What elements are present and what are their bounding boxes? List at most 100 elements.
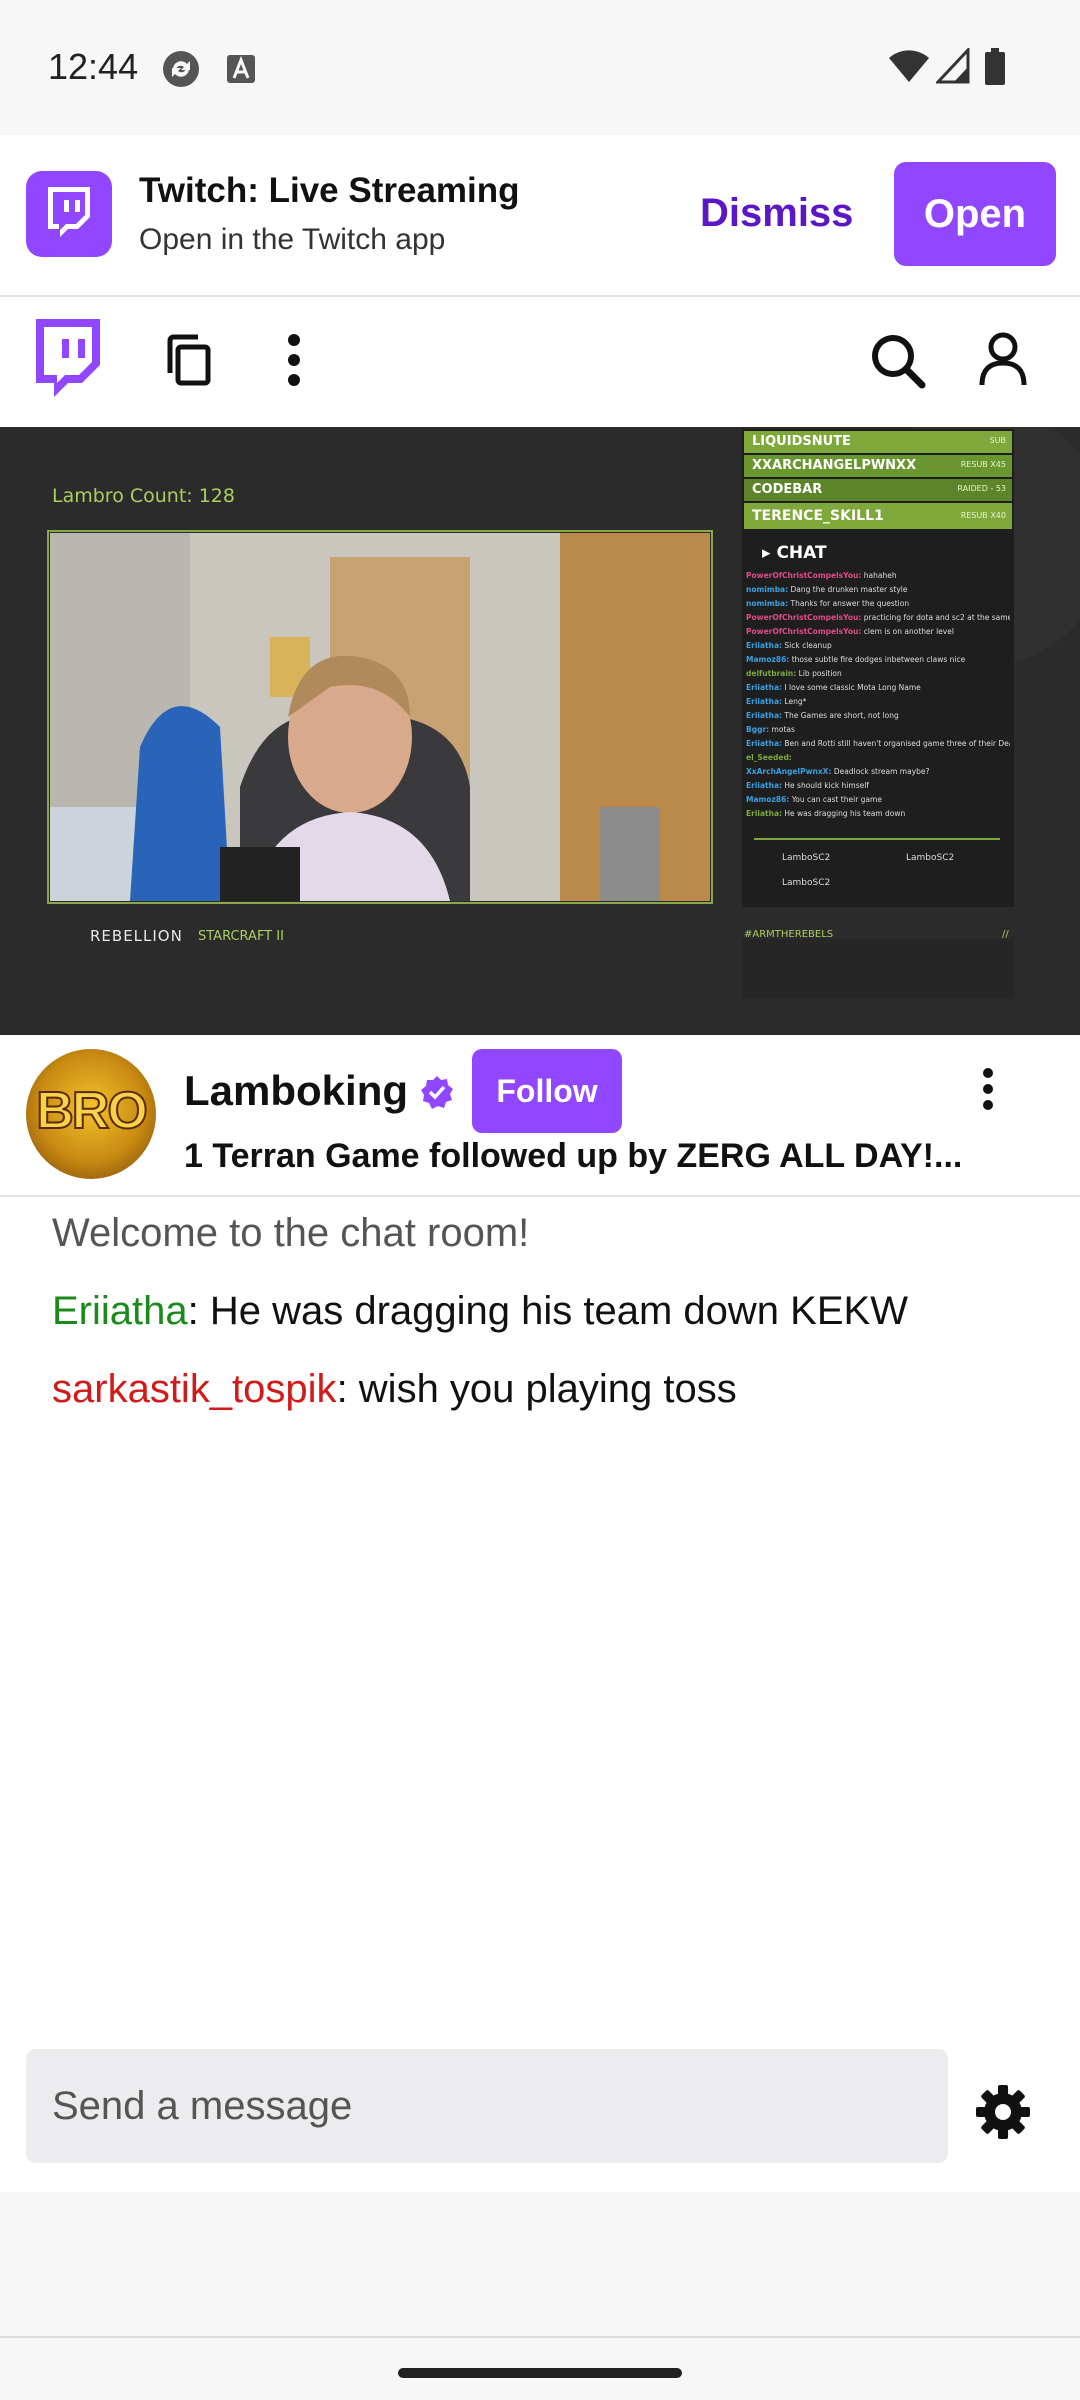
user-icon[interactable] — [978, 331, 1028, 387]
home-gesture-bar[interactable] — [398, 2368, 682, 2378]
overlay-chat-line: el_Seeded: — [746, 751, 1010, 765]
overlay-event-row: TERENCE_SKILL1 RESUB X40 — [744, 503, 1012, 529]
channel-more-icon[interactable] — [980, 1067, 996, 1111]
app-banner: Twitch: Live Streaming Open in the Twitc… — [0, 135, 1080, 297]
overlay-chat-text: practicing for dota and sc2 at the same … — [863, 613, 1010, 622]
verified-badge-icon — [421, 1076, 453, 1109]
signal-icon — [936, 48, 970, 84]
overlay-chat-user: Eriiatha: — [746, 641, 783, 650]
chat-message: Eriiatha: He was dragging his team down … — [52, 1289, 908, 1334]
overlay-chat-user: PowerOfChristCompelsYou: — [746, 613, 862, 622]
overlay-chat-line: Eriiatha: He was dragging his team down — [746, 807, 1010, 821]
overlay-chat-text: clem is on another level — [863, 627, 954, 636]
dismiss-button[interactable]: Dismiss — [700, 191, 853, 236]
overlay-chat-text: Leng* — [784, 697, 807, 706]
overlay-chat-user: nomimba: — [746, 585, 789, 594]
overlay-chat-user: Bggr: — [746, 725, 770, 734]
overlay-chat-user: nomimba: — [746, 599, 789, 608]
overlay-social-twitter: LamboSC2 — [782, 853, 831, 863]
overlay-chat-user: delfutbrain: — [746, 669, 797, 678]
chat-username[interactable]: Eriiatha — [52, 1289, 188, 1333]
overlay-chat-text: The Games are short, not long — [784, 711, 899, 720]
overlay-social-instagram: LamboSC2 — [782, 878, 831, 888]
overlay-game: STARCRAFT II — [198, 929, 284, 944]
overlay-event-row: XXARCHANGELPWNXX RESUB X45 — [744, 455, 1012, 477]
overlay-chat-header: ▸ CHAT — [762, 543, 827, 563]
overlay-chat-text: those subtle fire dodges inbetween claws… — [791, 655, 966, 664]
overlay-chat-text: hahaheh — [863, 571, 897, 580]
bottom-area — [0, 2192, 1080, 2400]
status-time: 12:44 — [48, 46, 139, 87]
overlay-chat-user: Eriiatha: — [746, 809, 783, 818]
battery-icon — [985, 48, 1005, 85]
wifi-icon — [889, 50, 929, 82]
chat-welcome: Welcome to the chat room! — [52, 1211, 530, 1255]
chat-username[interactable]: sarkastik_tospik — [52, 1367, 337, 1411]
chat-input-area — [0, 2037, 1080, 2192]
overlay-event-row: LIQUIDSNUTE SUB — [744, 431, 1012, 453]
top-navbar — [0, 297, 1080, 427]
overlay-chat-line: XxArchAngelPwnxX: Deadlock stream maybe? — [746, 765, 1010, 779]
status-bar: 12:44 — [0, 0, 1080, 135]
open-app-button[interactable]: Open — [894, 162, 1056, 266]
banner-subtitle: Open in the Twitch app — [139, 223, 446, 256]
overlay-chat-line: PowerOfChristCompelsYou: hahaheh — [746, 569, 1010, 583]
overlay-event-row: CODEBAR RAIDED - 53 — [744, 479, 1012, 501]
overlay-chat-user: Eriiatha: — [746, 683, 783, 692]
channel-name[interactable]: Lamboking — [184, 1067, 408, 1115]
overlay-chat-text: Thanks for answer the question — [790, 599, 910, 608]
overlay-chat-line: nomimba: Thanks for answer the question — [746, 597, 1010, 611]
overlay-chat-line: PowerOfChristCompelsYou: practicing for … — [746, 611, 1010, 625]
keyboard-a-icon — [227, 55, 255, 83]
overlay-chat-line: Mamoz86: You can cast their game — [746, 793, 1010, 807]
sync-icon — [163, 51, 199, 87]
overlay-chat-line: Eriiatha: Leng* — [746, 695, 1010, 709]
overlay-chat-user: Eriiatha: — [746, 781, 783, 790]
overlay-chat-line: Eriiatha: Sick cleanup — [746, 639, 1010, 653]
overlay-chat-line: nomimba: Dang the drunken master style — [746, 583, 1010, 597]
chat-message: sarkastik_tospik: wish you playing toss — [52, 1367, 737, 1412]
avatar-logo-text: BRO — [35, 1081, 149, 1141]
overlay-chat-line: Bggr: motas — [746, 723, 1010, 737]
overlay-chat-line: Eriiatha: Ben and Rotti still haven't or… — [746, 737, 1010, 751]
overlay-chat-user: XxArchAngelPwnxX: — [746, 767, 832, 776]
follow-button[interactable]: Follow — [472, 1049, 622, 1133]
overlay-chat-text: I love some classic Mota Long Name — [784, 683, 921, 692]
overlay-chat-text: Ben and Rotti still haven't organised ga… — [784, 739, 1010, 748]
chat-message-text: : wish you playing toss — [336, 1367, 737, 1411]
overlay-chat-line: Mamoz86: those subtle fire dodges inbetw… — [746, 653, 1010, 667]
divider — [0, 2336, 1080, 2338]
twitch-app-icon — [26, 171, 112, 257]
video-player[interactable]: Lambro Count: 128 LIQUIDSNUTE SUB XXARCH… — [0, 427, 1080, 1035]
chat-settings-gear-icon[interactable] — [975, 2084, 1031, 2140]
overlay-social-youtube: LamboSC2 — [906, 853, 955, 863]
copy-icon[interactable] — [164, 333, 214, 387]
overlay-chat-user: PowerOfChristCompelsYou: — [746, 627, 862, 636]
overlay-chat-text: Deadlock stream maybe? — [833, 767, 930, 776]
overlay-chat-user: Eriiatha: — [746, 711, 783, 720]
overlay-chat-text: You can cast their game — [791, 795, 882, 804]
overlay-chat-user: Eriiatha: — [746, 739, 783, 748]
twitch-logo-icon[interactable] — [30, 317, 106, 401]
channel-info: BRO Lamboking Follow 1 Terran Game follo… — [0, 1035, 1080, 1197]
more-vertical-icon[interactable] — [286, 333, 302, 387]
chat-room: Welcome to the chat room! Eriiatha: He w… — [0, 1197, 1080, 2037]
overlay-chat-line: delfutbrain: Lib position — [746, 667, 1010, 681]
overlay-chat-user: Mamoz86: — [746, 655, 790, 664]
overlay-chat-user: PowerOfChristCompelsYou: — [746, 571, 862, 580]
overlay-chat-user: Eriiatha: — [746, 697, 783, 706]
overlay-chat-user: el_Seeded: — [746, 753, 792, 762]
overlay-brand: REBELLION — [90, 927, 183, 945]
send-message-input[interactable] — [26, 2049, 948, 2163]
overlay-chat-text: Sick cleanup — [784, 641, 832, 650]
overlay-chat-line: Eriiatha: I love some classic Mota Long … — [746, 681, 1010, 695]
overlay-slashes: // — [1002, 929, 1009, 940]
channel-avatar[interactable]: BRO — [26, 1049, 156, 1179]
overlay-chat-text: Dang the drunken master style — [790, 585, 908, 594]
overlay-chat-text: He should kick himself — [784, 781, 869, 790]
chat-message-text: : He was dragging his team down KEKW — [187, 1289, 908, 1333]
overlay-chat-text: Lib position — [798, 669, 842, 678]
overlay-chat-text: He was dragging his team down — [784, 809, 906, 818]
search-icon[interactable] — [870, 333, 926, 389]
overlay-counter: Lambro Count: 128 — [52, 485, 235, 507]
